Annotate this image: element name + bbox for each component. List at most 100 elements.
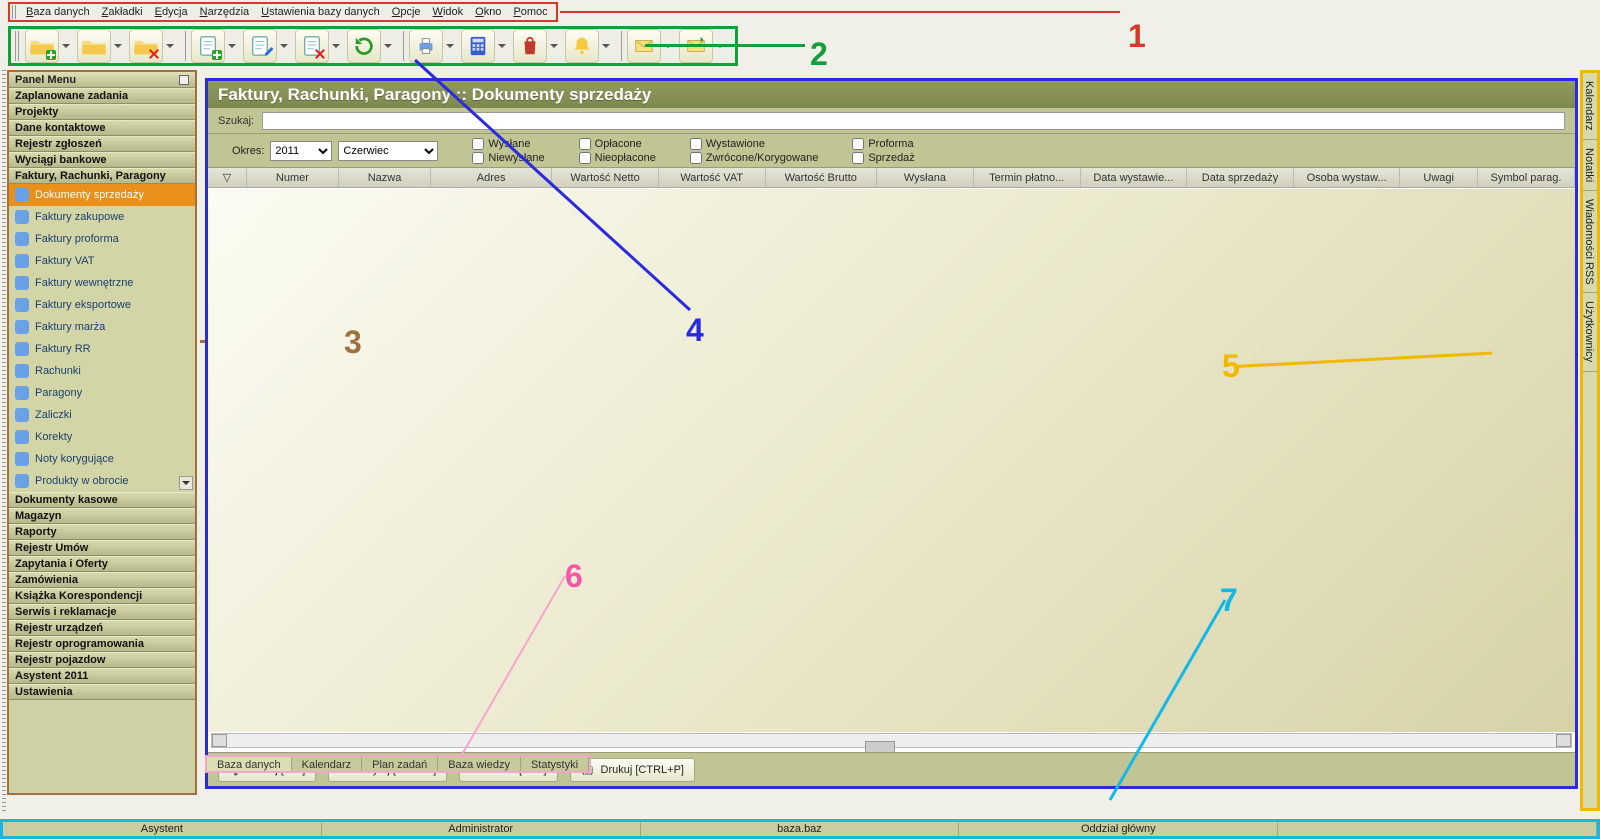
checkbox[interactable]	[579, 138, 591, 150]
folder-add-button[interactable]	[25, 29, 59, 63]
sidebar-section[interactable]: Rejestr zgłoszeń	[9, 136, 195, 152]
sidebar-item[interactable]: Korekty	[9, 426, 195, 448]
sidebar-item[interactable]: Faktury proforma	[9, 228, 195, 250]
folder-delete-button[interactable]	[129, 29, 163, 63]
scroll-left-button[interactable]	[212, 734, 227, 747]
grid-column-header[interactable]: Nazwa	[339, 168, 431, 187]
scroll-right-button[interactable]	[1556, 734, 1571, 747]
refresh-button[interactable]	[347, 29, 381, 63]
filter-check[interactable]: Zwrócone/Korygowane	[690, 152, 819, 164]
checkbox[interactable]	[852, 152, 864, 164]
sidebar-item[interactable]: Dokumenty sprzedaży	[9, 184, 195, 206]
filter-check[interactable]: Niewysłane	[472, 152, 544, 164]
sidebar-item[interactable]: Paragony	[9, 382, 195, 404]
folder-open-dropdown[interactable]	[113, 29, 123, 63]
sidebar-item[interactable]: Faktury eksportowe	[9, 294, 195, 316]
sidebar-section[interactable]: Serwis i reklamacje	[9, 604, 195, 620]
doc-delete-dropdown[interactable]	[331, 29, 341, 63]
filter-check[interactable]: Sprzedaż	[852, 152, 914, 164]
bottom-tab[interactable]: Plan zadań	[362, 757, 438, 771]
doc-add-button[interactable]	[191, 29, 225, 63]
bottom-tab[interactable]: Kalendarz	[292, 757, 363, 771]
sidebar-section[interactable]: Rejestr pojazdow	[9, 652, 195, 668]
sidebar-section[interactable]: Rejestr oprogramowania	[9, 636, 195, 652]
grid-column-header[interactable]: Termin płatno...	[974, 168, 1081, 187]
sidebar-section[interactable]: Rejestr Umów	[9, 540, 195, 556]
checkbox[interactable]	[690, 138, 702, 150]
grid-column-header[interactable]: Wysłana	[877, 168, 974, 187]
grid-column-header[interactable]: Osoba wystaw...	[1294, 168, 1401, 187]
filter-check[interactable]: Opłacone	[579, 138, 656, 150]
filter-check[interactable]: Proforma	[852, 138, 914, 150]
right-tab[interactable]: Użytkownicy	[1583, 293, 1597, 371]
filter-check[interactable]: Wystawione	[690, 138, 819, 150]
sidebar-section[interactable]: Wyciągi bankowe	[9, 152, 195, 168]
refresh-dropdown[interactable]	[383, 29, 393, 63]
sidebar-section[interactable]: Projekty	[9, 104, 195, 120]
sidebar-section[interactable]: Raporty	[9, 524, 195, 540]
search-input[interactable]	[262, 112, 1565, 130]
sidebar-section[interactable]: Asystent 2011	[9, 668, 195, 684]
menu-item[interactable]: Edycja	[149, 4, 194, 20]
right-tab[interactable]: Wiadomości RSS	[1583, 191, 1597, 294]
filter-check[interactable]: Nieopłacone	[579, 152, 656, 164]
sidebar-section[interactable]: Zapytania i Oferty	[9, 556, 195, 572]
sidebar-item[interactable]: Faktury marża	[9, 316, 195, 338]
sidebar-section[interactable]: Dokumenty kasowe	[9, 492, 195, 508]
year-select[interactable]: 2011	[270, 141, 332, 161]
sidebar-item[interactable]: Faktury RR	[9, 338, 195, 360]
shopping-bag-button[interactable]	[513, 29, 547, 63]
menu-item[interactable]: Zakładki	[96, 4, 149, 20]
grid-column-header[interactable]: Wartość Netto	[552, 168, 659, 187]
print-button[interactable]	[409, 29, 443, 63]
sidebar-item[interactable]: Rachunki	[9, 360, 195, 382]
doc-add-dropdown[interactable]	[227, 29, 237, 63]
shopping-bag-dropdown[interactable]	[549, 29, 559, 63]
grid-column-header[interactable]: Data wystawie...	[1081, 168, 1188, 187]
bottom-tab[interactable]: Statystyki	[521, 757, 589, 771]
menu-item[interactable]: Narzędzia	[194, 4, 256, 20]
sidebar-item[interactable]: Noty korygujące	[9, 448, 195, 470]
menu-item[interactable]: Widok	[427, 4, 470, 20]
sidebar-section[interactable]: Magazyn	[9, 508, 195, 524]
grid-column-header[interactable]: Symbol parag.	[1478, 168, 1575, 187]
sidebar-scroll-down[interactable]	[179, 476, 193, 490]
grid-column-header[interactable]: Wartość Brutto	[766, 168, 877, 187]
folder-open-button[interactable]	[77, 29, 111, 63]
menu-item[interactable]: Okno	[469, 4, 507, 20]
sidebar-section[interactable]: Dane kontaktowe	[9, 120, 195, 136]
doc-delete-button[interactable]	[295, 29, 329, 63]
checkbox[interactable]	[579, 152, 591, 164]
menu-item[interactable]: Pomoc	[507, 4, 553, 20]
sidebar-section[interactable]: Zamówienia	[9, 572, 195, 588]
calculator-dropdown[interactable]	[497, 29, 507, 63]
folder-add-dropdown[interactable]	[61, 29, 71, 63]
right-tab[interactable]: Kalendarz	[1583, 73, 1597, 140]
checkbox[interactable]	[472, 152, 484, 164]
right-tab[interactable]: Notatki	[1583, 140, 1597, 191]
filter-check[interactable]: Wysłane	[472, 138, 544, 150]
menu-item[interactable]: Baza danych	[20, 4, 96, 20]
grid-column-header[interactable]: Data sprzedaży	[1187, 168, 1294, 187]
grid-hscroll[interactable]	[211, 733, 1572, 748]
sidebar-item[interactable]: Zaliczki	[9, 404, 195, 426]
checkbox[interactable]	[690, 152, 702, 164]
pin-icon[interactable]	[179, 75, 189, 85]
bell-button[interactable]	[565, 29, 599, 63]
checkbox[interactable]	[472, 138, 484, 150]
menu-item[interactable]: Opcje	[386, 4, 427, 20]
grid-column-header[interactable]: Wartość VAT	[659, 168, 766, 187]
sidebar-section[interactable]: Faktury, Rachunki, Paragony	[9, 168, 195, 184]
bottom-tab[interactable]: Baza danych	[207, 757, 292, 771]
folder-delete-dropdown[interactable]	[165, 29, 175, 63]
grid-column-header[interactable]: Uwagi	[1400, 168, 1478, 187]
menu-item[interactable]: Ustawienia bazy danych	[255, 4, 386, 20]
grid-column-header[interactable]: Numer	[247, 168, 339, 187]
sidebar-section[interactable]: Książka Korespondencji	[9, 588, 195, 604]
doc-edit-dropdown[interactable]	[279, 29, 289, 63]
sidebar-section[interactable]: Zaplanowane zadania	[9, 88, 195, 104]
sidebar-item[interactable]: Produkty w obrocie	[9, 470, 195, 492]
checkbox[interactable]	[852, 138, 864, 150]
month-select[interactable]: Czerwiec	[338, 141, 438, 161]
sidebar-item[interactable]: Faktury wewnętrzne	[9, 272, 195, 294]
